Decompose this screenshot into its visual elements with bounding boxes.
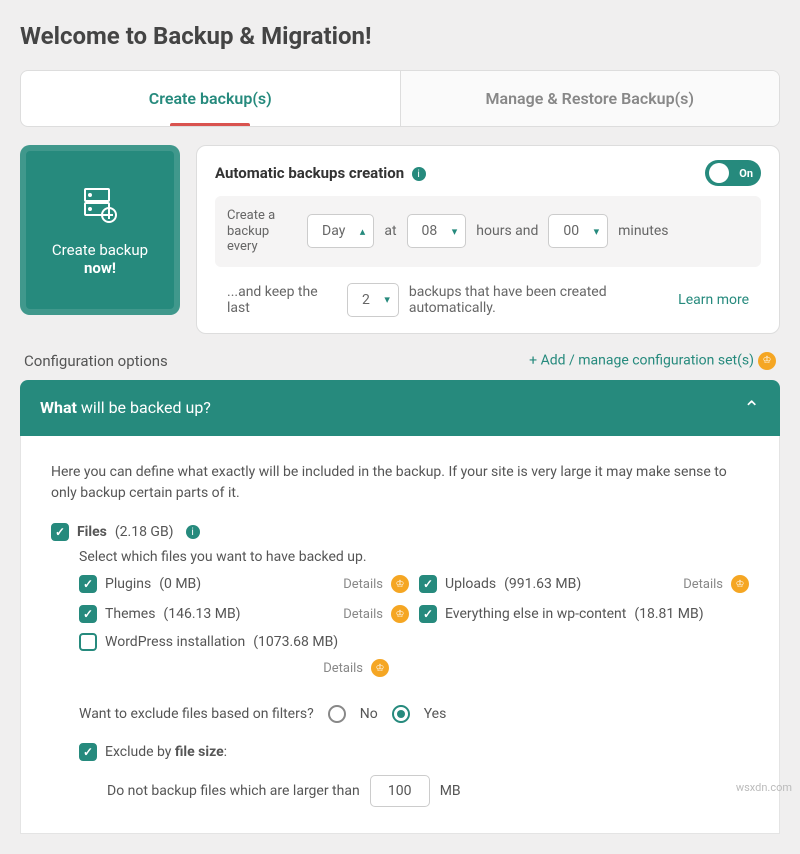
tab-create-backups[interactable]: Create backup(s)	[21, 71, 400, 126]
info-icon[interactable]: i	[186, 525, 200, 539]
exclude-size-input[interactable]: 100	[370, 775, 430, 807]
files-size: (2.18 GB)	[115, 524, 174, 540]
uploads-size: (991.63 MB)	[504, 576, 581, 592]
accordion-body: Here you can define what exactly will be…	[20, 436, 780, 834]
files-label: Files	[77, 524, 107, 540]
accordion-what-backed-up[interactable]: What will be backed up? ⌃	[20, 380, 780, 436]
wpcontent-else-size: (18.81 MB)	[634, 606, 703, 622]
exclude-by-filesize-label: Exclude by file size:	[105, 744, 227, 760]
wordpress-install-label: WordPress installation	[105, 634, 245, 650]
add-configuration-link[interactable]: + Add / manage configuration set(s)♔	[529, 352, 776, 370]
keep-count-select[interactable]: 2▾	[347, 283, 399, 317]
filters-yes-label: Yes	[424, 706, 447, 722]
chevron-down-icon: ▾	[594, 225, 600, 238]
auto-backups-toggle[interactable]: On	[705, 160, 761, 186]
chevron-down-icon: ▾	[452, 225, 458, 238]
plugins-label: Plugins	[105, 576, 151, 592]
automatic-backups-panel: Automatic backups creation i On Create a…	[196, 145, 780, 334]
wordpress-details-link[interactable]: Details♔	[323, 659, 389, 677]
learn-more-link[interactable]: Learn more	[678, 292, 749, 308]
chevron-up-icon: ▴	[360, 225, 366, 238]
crown-icon: ♔	[391, 575, 409, 593]
select-files-hint: Select which files you want to have back…	[79, 549, 749, 565]
themes-checkbox[interactable]	[79, 605, 97, 623]
minutes-select[interactable]: 00▾	[548, 214, 608, 248]
crown-icon: ♔	[391, 605, 409, 623]
filters-no-radio[interactable]	[328, 705, 346, 723]
server-plus-icon	[77, 183, 123, 229]
hours-select[interactable]: 08▾	[407, 214, 467, 248]
create-backup-now-button[interactable]: Create backup now!	[20, 145, 180, 315]
filters-yes-radio[interactable]	[392, 705, 410, 723]
plugins-checkbox[interactable]	[79, 575, 97, 593]
accordion-intro: Here you can define what exactly will be…	[51, 462, 749, 505]
keep-last-post: backups that have been created automatic…	[409, 284, 668, 316]
exclude-by-filesize-checkbox[interactable]	[79, 743, 97, 761]
uploads-checkbox[interactable]	[419, 575, 437, 593]
chevron-down-icon: ▾	[384, 293, 390, 306]
exclude-filters-question: Want to exclude files based on filters?	[79, 706, 314, 722]
filters-no-label: No	[360, 706, 378, 722]
wordpress-install-size: (1073.68 MB)	[253, 634, 338, 650]
page-title: Welcome to Backup & Migration!	[20, 0, 780, 70]
keep-last-pre: ...and keep the last	[227, 284, 337, 316]
crown-icon: ♔	[758, 352, 776, 370]
plugins-details-link[interactable]: Details♔	[343, 575, 409, 593]
wpcontent-else-checkbox[interactable]	[419, 605, 437, 623]
auto-backups-title: Automatic backups creation	[215, 164, 404, 182]
create-backup-label-2: now!	[84, 259, 116, 277]
crown-icon: ♔	[371, 659, 389, 677]
exclude-unit-label: MB	[440, 783, 461, 799]
wordpress-install-checkbox[interactable]	[79, 633, 97, 651]
period-select[interactable]: Day▴	[307, 214, 374, 248]
watermark: wsxdn.com	[736, 781, 792, 794]
create-every-label: Create a backup every	[227, 208, 297, 255]
info-icon[interactable]: i	[412, 167, 426, 181]
hours-label: hours and	[476, 223, 538, 239]
wpcontent-else-label: Everything else in wp-content	[445, 606, 626, 622]
configuration-options-label: Configuration options	[24, 352, 168, 370]
exclude-rule-label: Do not backup files which are larger tha…	[107, 783, 360, 799]
plugins-size: (0 MB)	[159, 576, 201, 592]
main-tabs: Create backup(s) Manage & Restore Backup…	[20, 70, 780, 127]
tab-manage-restore[interactable]: Manage & Restore Backup(s)	[400, 71, 780, 126]
themes-label: Themes	[105, 606, 155, 622]
crown-icon: ♔	[731, 575, 749, 593]
chevron-up-icon: ⌃	[743, 396, 760, 420]
minutes-label: minutes	[618, 223, 668, 239]
themes-details-link[interactable]: Details♔	[343, 605, 409, 623]
uploads-label: Uploads	[445, 576, 496, 592]
themes-size: (146.13 MB)	[163, 606, 240, 622]
create-backup-label-1: Create backup	[52, 241, 148, 259]
at-label: at	[384, 223, 396, 239]
uploads-details-link[interactable]: Details♔	[683, 575, 749, 593]
files-checkbox[interactable]	[51, 523, 69, 541]
